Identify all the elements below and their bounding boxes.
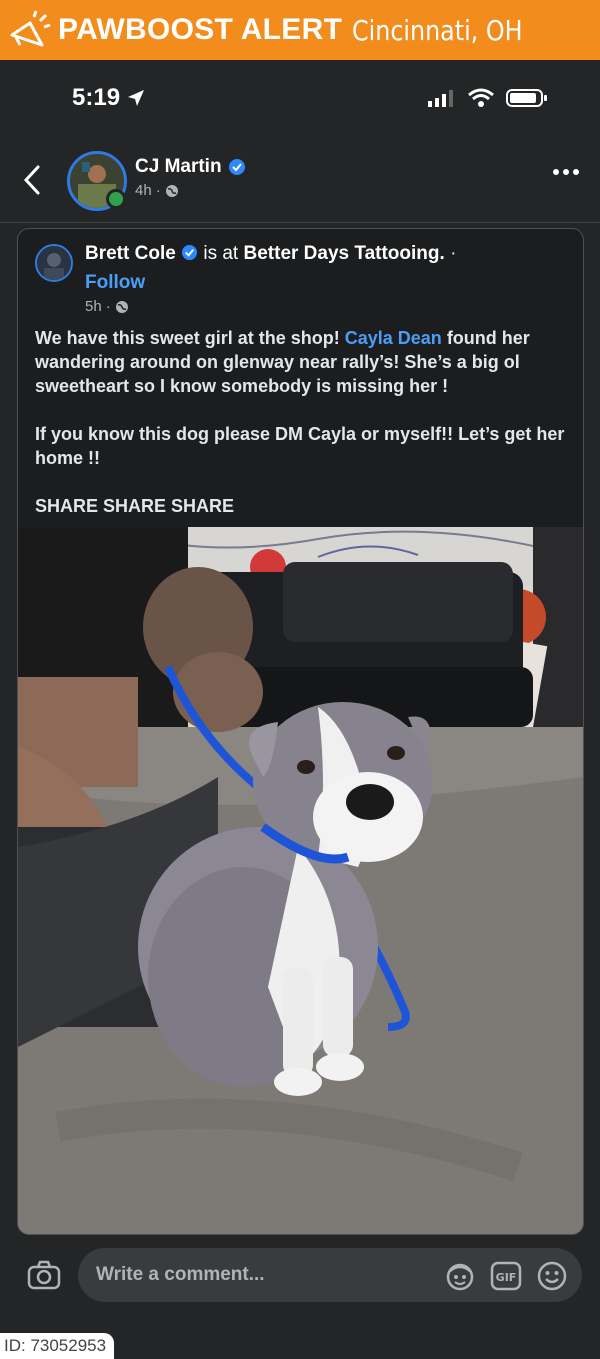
meta-dot: · [105, 298, 111, 315]
comment-bar: Write a comment... GIF [0, 1246, 600, 1306]
pawboost-banner: PAWBOOST ALERT Cincinnati, OH [0, 0, 600, 60]
shared-post-card[interactable]: Brett Cole is at Better Days Tattooing. … [17, 228, 584, 1235]
globe-icon [115, 300, 128, 313]
post-paragraph-2: If you know this dog please DM Cayla or … [35, 424, 565, 468]
shared-author-line: Brett Cole is at Better Days Tattooing. … [85, 243, 456, 265]
separator-dot: · [450, 243, 457, 264]
shared-author-avatar[interactable] [35, 244, 73, 282]
globe-icon [165, 184, 178, 197]
header-author[interactable]: CJ Martin [135, 156, 246, 178]
dog-photo-illustration [18, 527, 583, 1234]
shared-post-time: 5h [85, 298, 102, 315]
status-time-group: 5:19 [72, 84, 146, 112]
post-paragraph-1: We have this sweet girl at the shop! Cay… [35, 326, 565, 398]
gif-icon[interactable]: GIF [490, 1261, 522, 1291]
header-author-name: CJ Martin [135, 156, 222, 177]
id-tag: ID: 73052953 [0, 1333, 115, 1359]
status-bar: 5:19 [0, 84, 600, 116]
comment-placeholder: Write a comment... [96, 1264, 265, 1285]
shared-author-name[interactable]: Brett Cole [85, 243, 176, 264]
verified-badge-icon [182, 244, 198, 261]
meta-dot: · [155, 182, 161, 199]
banner-brand: PAWBOOST ALERT [58, 13, 343, 46]
battery-icon [506, 89, 547, 107]
post-photo[interactable] [18, 527, 583, 1234]
back-chevron-icon[interactable] [22, 164, 42, 196]
wifi-icon [468, 88, 494, 107]
post-body: We have this sweet girl at the shop! Cay… [35, 326, 565, 542]
header-meta: 4h · [135, 182, 179, 199]
avatar-sticker-icon[interactable] [444, 1261, 476, 1291]
verified-badge-icon [228, 159, 245, 175]
comment-input[interactable]: Write a comment... GIF [78, 1248, 582, 1302]
banner-city: Cincinnati, OH [352, 13, 523, 47]
megaphone-icon [10, 10, 51, 47]
shared-avatar-image [37, 246, 71, 280]
header-time: 4h [135, 182, 152, 199]
header-divider [0, 222, 600, 223]
shared-post-meta: 5h · [85, 298, 129, 315]
post-text-1: We have this sweet girl at the shop! [35, 328, 345, 348]
status-time: 5:19 [72, 84, 121, 111]
location-name[interactable]: Better Days Tattooing. [244, 243, 445, 264]
online-status-dot [106, 189, 126, 209]
follow-button[interactable]: Follow [85, 272, 145, 294]
post-paragraph-3: SHARE SHARE SHARE [35, 496, 235, 516]
emoji-icon[interactable] [536, 1260, 568, 1292]
comment-icons: GIF [444, 1260, 568, 1292]
svg-text:GIF: GIF [496, 1271, 517, 1284]
mention-link[interactable]: Cayla Dean [345, 328, 442, 348]
location-arrow-icon [128, 90, 145, 106]
post-header: CJ Martin 4h · [0, 150, 600, 211]
more-options-icon[interactable] [552, 168, 580, 176]
camera-icon[interactable] [27, 1260, 61, 1290]
location-prefix: is at [203, 243, 239, 264]
signal-icon [428, 90, 453, 107]
